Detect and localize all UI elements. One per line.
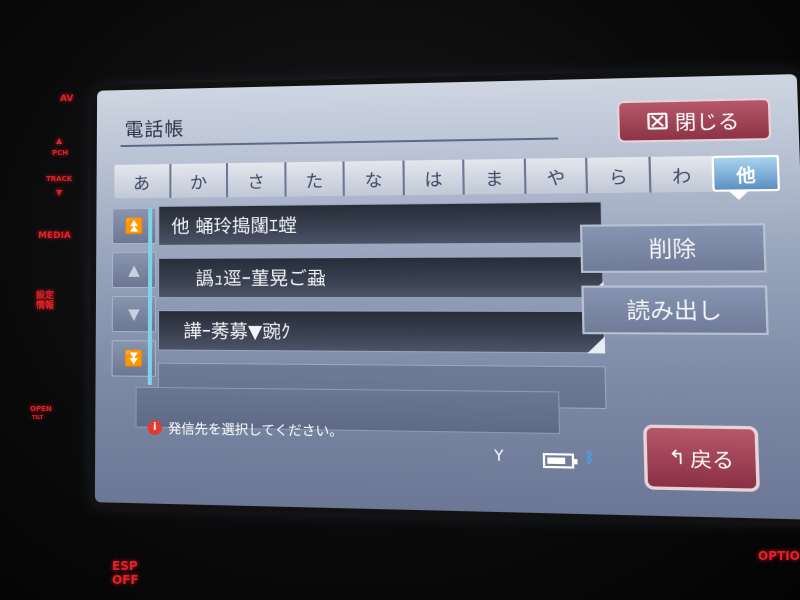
down-icon: ▼ bbox=[128, 305, 140, 324]
tab-ya[interactable]: や bbox=[523, 157, 587, 194]
list-item[interactable]: 他 蛹玲搗闥ｴ螳 bbox=[158, 201, 603, 246]
double-up-icon: ⏫ bbox=[124, 217, 144, 236]
kana-tabs: あ か さ た な は ま や ら わ 他 bbox=[114, 154, 781, 199]
tab-a[interactable]: あ bbox=[114, 164, 169, 198]
read-button[interactable]: 読み出し bbox=[581, 285, 769, 336]
signal-antenna-icon: Y bbox=[494, 447, 504, 466]
media-button[interactable]: MEDIA bbox=[38, 231, 71, 242]
tab-wa[interactable]: わ bbox=[648, 155, 714, 193]
esp-off-label: OFF bbox=[112, 573, 139, 587]
back-button[interactable]: ↰ 戻る bbox=[643, 424, 760, 492]
track-down-icon[interactable]: ▼ bbox=[56, 188, 62, 197]
status-text: 発信先を選択してください。 bbox=[168, 421, 344, 441]
status-message: i 発信先を選択してください。 bbox=[147, 417, 344, 441]
pch-up-icon[interactable]: ▲ bbox=[56, 136, 62, 145]
av-button[interactable]: AV bbox=[60, 94, 73, 105]
phonebook-screen: 電話帳 閉じる あ か さ た な は ま や ら わ 他 ⏫ ▲ ▼ ⏬ 他 … bbox=[94, 74, 800, 520]
double-down-icon: ⏬ bbox=[124, 349, 144, 368]
info-icon: i bbox=[147, 419, 162, 435]
settings-button[interactable]: 設定 情報 bbox=[36, 291, 54, 312]
option-label: OPTIO bbox=[758, 549, 800, 563]
tilt-label: TILT bbox=[32, 415, 44, 421]
tab-ra[interactable]: ら bbox=[585, 156, 650, 194]
tab-sa[interactable]: さ bbox=[226, 162, 285, 198]
list-item[interactable]: 譁ｰ莠募▼豌ｸ bbox=[158, 310, 606, 354]
tab-other[interactable]: 他 bbox=[711, 154, 781, 192]
close-icon bbox=[647, 112, 669, 130]
tab-ta[interactable]: た bbox=[283, 161, 343, 197]
page-title: 電話帳 bbox=[124, 118, 185, 142]
return-arrow-icon: ↰ bbox=[667, 446, 686, 470]
list-scroll-indicator bbox=[147, 207, 153, 385]
tab-ka[interactable]: か bbox=[168, 163, 227, 198]
track-label: TRACK bbox=[46, 175, 73, 183]
list-item[interactable]: 譌ｭ逕ｰ菫晃ご蝨 bbox=[158, 256, 604, 299]
active-tab-caret-icon bbox=[729, 191, 749, 201]
title-underline bbox=[120, 137, 559, 148]
open-button[interactable]: OPEN bbox=[30, 405, 52, 414]
up-icon: ▲ bbox=[128, 260, 140, 279]
tab-ma[interactable]: ま bbox=[462, 158, 525, 195]
close-button[interactable]: 閉じる bbox=[616, 97, 772, 143]
pch-label: PCH bbox=[52, 149, 69, 157]
esp-label: ESP bbox=[112, 559, 138, 573]
delete-button[interactable]: 削除 bbox=[579, 223, 767, 273]
tab-na[interactable]: な bbox=[342, 160, 403, 196]
close-button-label: 閉じる bbox=[674, 109, 740, 134]
tab-ha[interactable]: は bbox=[402, 159, 463, 196]
battery-icon bbox=[542, 453, 575, 469]
bluetooth-icon: ᛒ bbox=[585, 449, 595, 467]
back-button-label: 戻る bbox=[689, 447, 735, 473]
